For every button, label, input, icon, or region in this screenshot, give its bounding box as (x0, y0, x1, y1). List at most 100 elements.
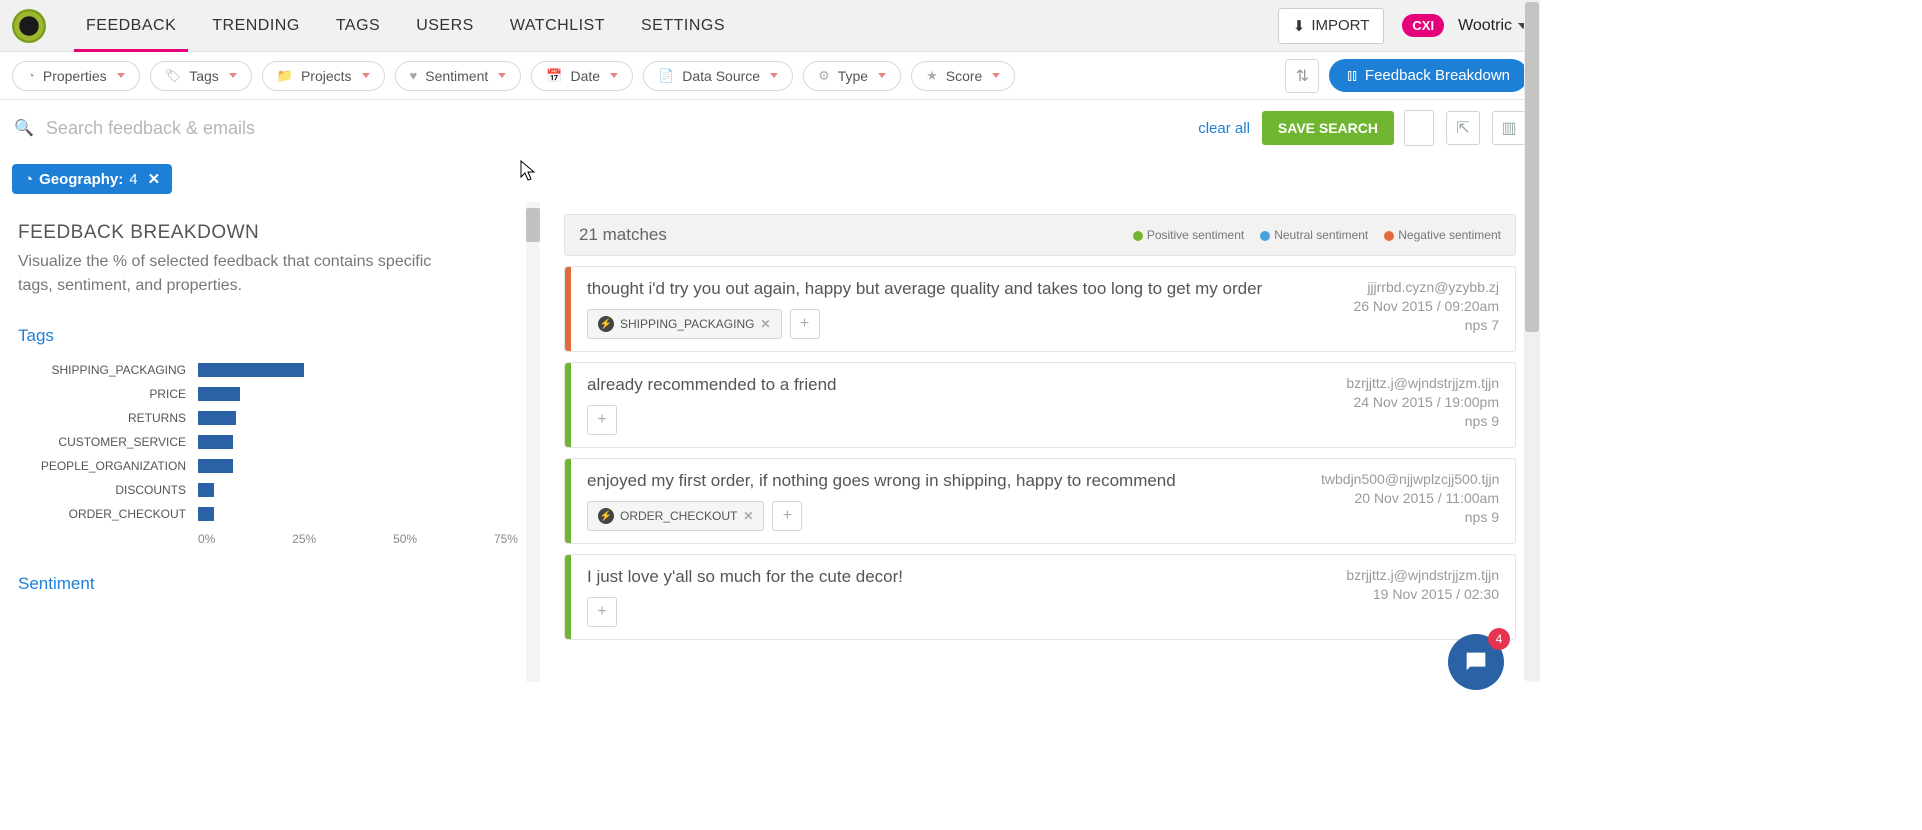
feedback-nps: nps 7 (1321, 317, 1499, 333)
chat-icon (1462, 648, 1490, 676)
filter-data-source[interactable]: 📄Data Source (643, 61, 793, 91)
feedback-text: enjoyed my first order, if nothing goes … (587, 471, 1289, 491)
feedback-email: jjjrrbd.cyzn@yzybb.zj (1321, 279, 1499, 295)
nav-users[interactable]: USERS (416, 1, 474, 51)
chart-axis: 0%25%50%75% (198, 532, 518, 546)
filter-properties[interactable]: ◔Properties (12, 61, 140, 91)
axis-tick: 0% (198, 532, 215, 546)
breakdown-subtitle: Visualize the % of selected feedback tha… (18, 250, 468, 298)
filter-chip-geography[interactable]: ◔ Geography: 4 ✕ (12, 164, 172, 194)
sort-icon: ⇅ (1296, 66, 1309, 86)
sentiment-legend: Positive sentiment Neutral sentiment Neg… (1133, 228, 1501, 242)
feedback-card[interactable]: I just love y'all so much for the cute d… (564, 554, 1516, 640)
bar-label: PRICE (18, 387, 198, 401)
bar[interactable] (198, 459, 233, 473)
filter-projects[interactable]: 📁Projects (262, 61, 385, 91)
feedback-card[interactable]: enjoyed my first order, if nothing goes … (564, 458, 1516, 544)
chevron-down-icon (117, 73, 125, 78)
feedback-text: I just love y'all so much for the cute d… (587, 567, 1289, 587)
bar[interactable] (198, 483, 214, 497)
remove-chip-icon[interactable]: ✕ (148, 170, 161, 188)
folder-icon: 📁 (277, 68, 293, 84)
feedback-date: 20 Nov 2015 / 11:00am (1321, 490, 1499, 506)
external-link-icon: ⇱ (1456, 118, 1469, 138)
bar-label: PEOPLE_ORGANIZATION (18, 459, 198, 473)
page-scrollbar[interactable] (1524, 0, 1540, 680)
chat-widget[interactable]: 4 (1448, 634, 1504, 690)
bar[interactable] (198, 387, 240, 401)
user-menu[interactable]: Wootric (1458, 17, 1528, 35)
filter-bar: ◔Properties 🏷Tags 📁Projects ♥Sentiment 📅… (0, 52, 1540, 100)
chevron-down-icon (992, 73, 1000, 78)
add-tag-button[interactable]: + (587, 597, 617, 627)
filter-score[interactable]: ★Score (911, 61, 1015, 91)
bar-label: SHIPPING_PACKAGING (18, 363, 198, 377)
feedback-email: bzrjjttz.j@wjndstrjjzm.tjjn (1321, 567, 1499, 583)
left-scrollbar[interactable] (526, 202, 540, 682)
feedback-card[interactable]: already recommended to a friend+bzrjjttz… (564, 362, 1516, 448)
feedback-email: twbdjn500@njjwplzcjj500.tjjn (1321, 471, 1499, 487)
save-search-dropdown[interactable] (1404, 110, 1434, 146)
feedback-date: 26 Nov 2015 / 09:20am (1321, 298, 1499, 314)
chevron-down-icon (610, 73, 618, 78)
add-tag-button[interactable]: + (790, 309, 820, 339)
file-icon: 📄 (658, 68, 674, 84)
download-icon: ⬇ (1293, 17, 1306, 35)
tag-icon: 🏷 (165, 68, 182, 84)
filter-type[interactable]: ⚙Type (803, 61, 901, 91)
main-nav: FEEDBACK TRENDING TAGS USERS WATCHLIST S… (86, 1, 1278, 51)
search-input[interactable] (46, 118, 1186, 139)
chevron-down-icon (498, 73, 506, 78)
feedback-meta: twbdjn500@njjwplzcjj500.tjjn 20 Nov 2015 … (1305, 459, 1515, 543)
filter-sentiment[interactable]: ♥Sentiment (395, 61, 522, 91)
remove-tag-icon[interactable]: ✕ (743, 509, 753, 523)
remove-tag-icon[interactable]: ✕ (760, 317, 770, 331)
add-tag-button[interactable]: + (772, 501, 802, 531)
plus-icon: + (597, 603, 606, 621)
bar-label: DISCOUNTS (18, 483, 198, 497)
dot-positive-icon (1133, 231, 1143, 241)
tag-bolt-icon: ⚡ (598, 316, 614, 332)
feedback-breakdown-button[interactable]: ⫾⫾Feedback Breakdown (1329, 59, 1528, 92)
bar[interactable] (198, 411, 236, 425)
dot-neutral-icon (1260, 231, 1270, 241)
feedback-meta: bzrjjttz.j@wjndstrjjzm.tjjn24 Nov 2015 /… (1305, 363, 1515, 447)
tags-bar-chart: SHIPPING_PACKAGINGPRICERETURNSCUSTOMER_S… (18, 358, 522, 526)
feedback-email: bzrjjttz.j@wjndstrjjzm.tjjn (1321, 375, 1499, 391)
import-button[interactable]: ⬇IMPORT (1278, 8, 1385, 44)
nav-watchlist[interactable]: WATCHLIST (510, 1, 605, 51)
feedback-card[interactable]: thought i'd try you out again, happy but… (564, 266, 1516, 352)
tags-section-title: Tags (18, 326, 522, 346)
clear-all-link[interactable]: clear all (1198, 120, 1250, 137)
chat-badge: 4 (1488, 628, 1510, 650)
nav-settings[interactable]: SETTINGS (641, 1, 725, 51)
columns-button[interactable]: ▥ (1492, 111, 1526, 145)
feedback-tag[interactable]: ⚡SHIPPING_PACKAGING✕ (587, 309, 782, 339)
plus-icon: + (783, 507, 792, 525)
cxi-badge: CXI (1402, 14, 1444, 37)
export-button[interactable]: ⇱ (1446, 111, 1480, 145)
feedback-nps: nps 9 (1321, 509, 1499, 525)
bar[interactable] (198, 363, 304, 377)
bar[interactable] (198, 435, 233, 449)
feedback-text: thought i'd try you out again, happy but… (587, 279, 1289, 299)
feedback-list: 21 matches Positive sentiment Neutral se… (540, 202, 1540, 682)
bar-label: CUSTOMER_SERVICE (18, 435, 198, 449)
save-search-button[interactable]: SAVE SEARCH (1262, 111, 1394, 145)
chevron-down-icon (770, 73, 778, 78)
feedback-meta: bzrjjttz.j@wjndstrjjzm.tjjn19 Nov 2015 /… (1305, 555, 1515, 639)
nav-tags[interactable]: TAGS (336, 1, 380, 51)
filter-tags[interactable]: 🏷Tags (150, 61, 252, 91)
add-tag-button[interactable]: + (587, 405, 617, 435)
sort-button[interactable]: ⇅ (1285, 59, 1319, 93)
nav-trending[interactable]: TRENDING (212, 1, 300, 51)
feedback-tag[interactable]: ⚡ORDER_CHECKOUT✕ (587, 501, 764, 531)
bar[interactable] (198, 507, 214, 521)
filter-date[interactable]: 📅Date (531, 61, 633, 91)
nav-feedback[interactable]: FEEDBACK (86, 1, 176, 51)
logo[interactable] (12, 9, 46, 43)
sentiment-section-title: Sentiment (18, 574, 522, 594)
chevron-down-icon (362, 73, 370, 78)
pie-icon: ◔ (27, 68, 35, 83)
bar-label: ORDER_CHECKOUT (18, 507, 198, 521)
